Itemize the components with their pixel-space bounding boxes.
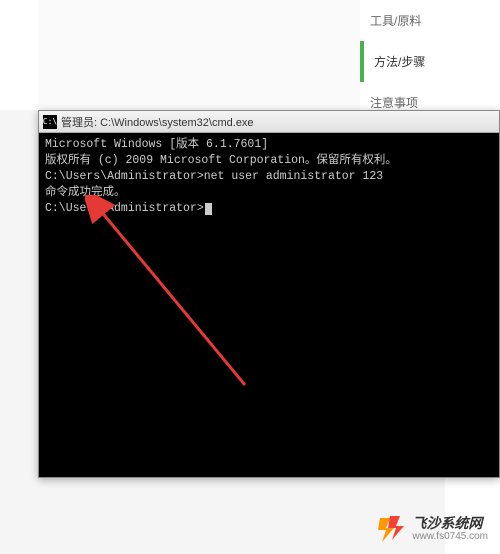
cmd-window: C:\ 管理员: C:\Windows\system32\cmd.exe Mic… xyxy=(38,110,500,478)
watermark: 飞沙系统网 www.fs0745.com xyxy=(376,514,488,544)
cursor xyxy=(205,203,212,215)
tab-steps[interactable]: 方法/步骤 xyxy=(360,41,445,82)
cmd-titlebar[interactable]: C:\ 管理员: C:\Windows\system32\cmd.exe xyxy=(39,111,499,133)
cmd-line: C:\Users\Administrator>net user administ… xyxy=(45,169,493,185)
tabs-sidebar: 工具/原料 方法/步骤 注意事项 xyxy=(360,0,445,123)
cmd-prompt-line: C:\Users\Administrator> xyxy=(45,201,493,217)
cmd-icon: C:\ xyxy=(43,115,57,129)
watermark-text: 飞沙系统网 www.fs0745.com xyxy=(412,516,488,542)
cmd-title: 管理员: C:\Windows\system32\cmd.exe xyxy=(61,114,254,130)
cmd-line: 命令成功完成。 xyxy=(45,185,493,201)
tab-tools[interactable]: 工具/原料 xyxy=(360,0,445,41)
watermark-url: www.fs0745.com xyxy=(412,531,488,542)
cmd-line: Microsoft Windows [版本 6.1.7601] xyxy=(45,137,493,153)
watermark-cn: 飞沙系统网 xyxy=(412,516,488,531)
cmd-body[interactable]: Microsoft Windows [版本 6.1.7601] 版权所有 (c)… xyxy=(39,133,499,477)
left-margin xyxy=(0,0,38,110)
cmd-line: 版权所有 (c) 2009 Microsoft Corporation。保留所有… xyxy=(45,153,493,169)
watermark-logo-icon xyxy=(376,514,406,544)
